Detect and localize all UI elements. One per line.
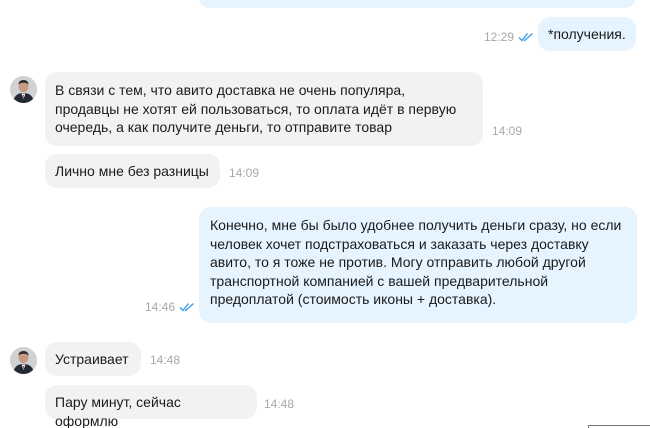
message-text: Лично мне без разницы [55, 163, 209, 179]
double-check-icon [179, 302, 194, 312]
avatar[interactable] [10, 76, 37, 103]
message-time: 12:29 [484, 30, 515, 44]
person-icon [10, 76, 37, 103]
message-time: 14:48 [150, 353, 181, 367]
message-bubble-outgoing: *получения. [538, 17, 636, 51]
double-check-icon [518, 32, 533, 42]
message-bubble-incoming: В связи с тем, что авито доставка не оче… [45, 72, 483, 146]
message-bubble-partial [198, 0, 636, 8]
message-time: 14:48 [264, 397, 295, 411]
message-text: Устраивает [55, 351, 129, 367]
message-bubble-outgoing: Конечно, мне бы было удобнее получить де… [199, 207, 637, 323]
message-bubble-incoming: Устраивает [45, 342, 141, 376]
message-text: Конечно, мне бы было удобнее получить де… [210, 217, 622, 307]
message-time: 14:09 [229, 166, 260, 180]
message-text: *получения. [548, 26, 626, 42]
message-time: 14:09 [492, 124, 523, 138]
message-text: В связи с тем, что авито доставка не оче… [55, 82, 457, 135]
person-icon [10, 347, 37, 374]
avatar[interactable] [10, 347, 37, 374]
message-text: Пару минут, сейчас оформлю [55, 394, 181, 428]
chat-thread: 12:29 *получения. В связи с тем, что ави… [0, 0, 650, 428]
message-time: 14:46 [145, 300, 176, 314]
message-bubble-incoming: Лично мне без разницы [45, 154, 220, 188]
message-bubble-incoming: Пару минут, сейчас оформлю [45, 385, 257, 428]
